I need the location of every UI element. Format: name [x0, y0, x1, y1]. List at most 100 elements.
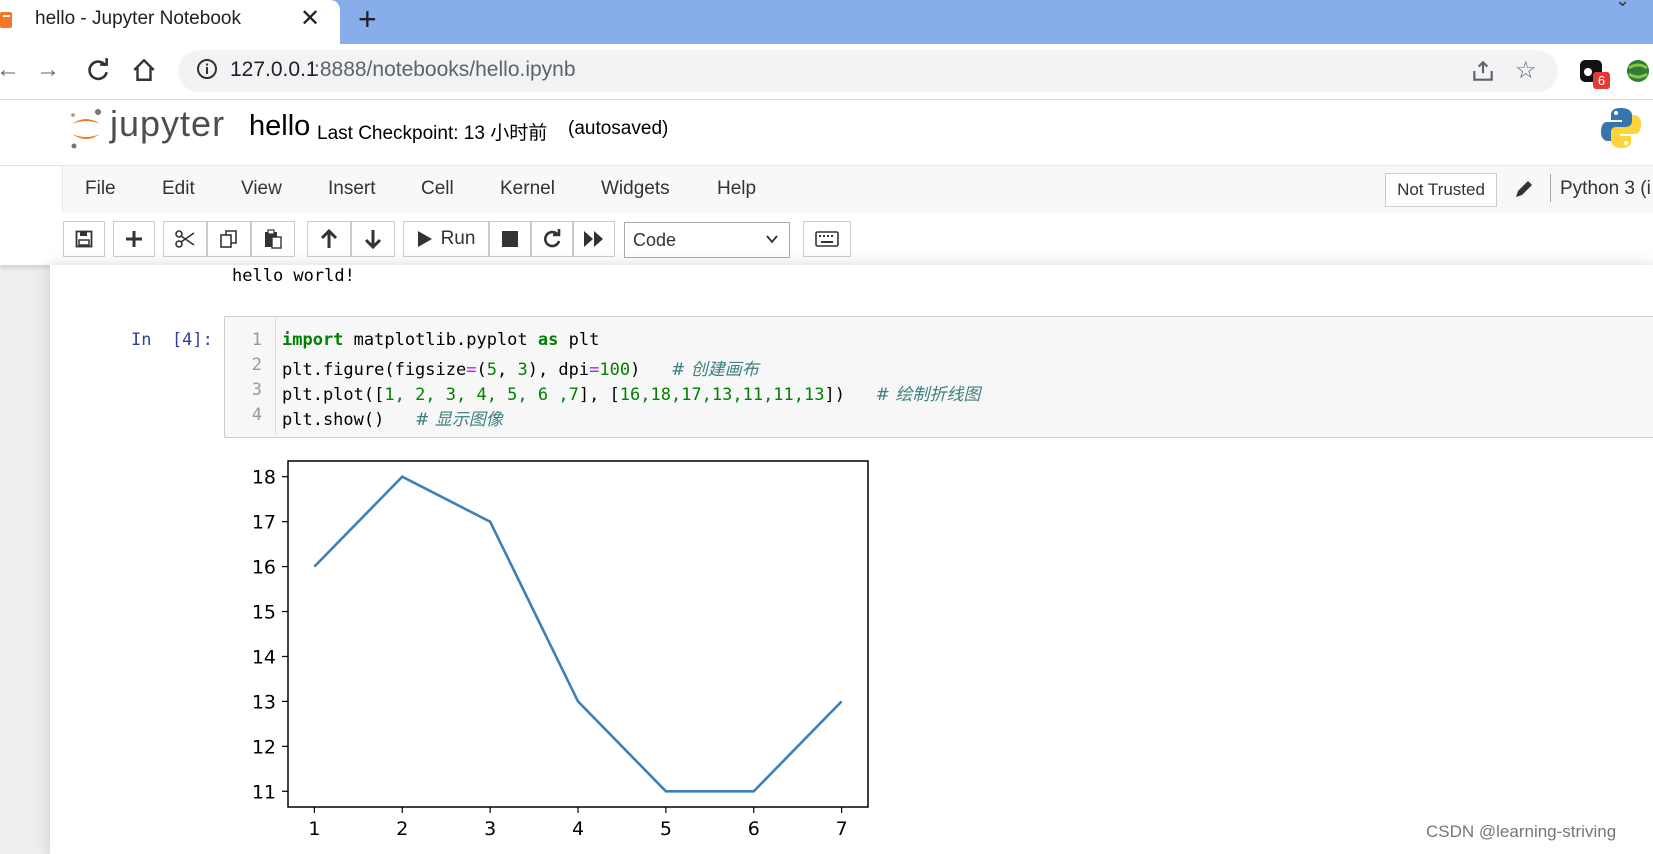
code-token: 3 — [517, 360, 528, 380]
y-tick-label: 14 — [252, 646, 276, 668]
paste-button[interactable] — [251, 221, 295, 257]
jupyter-logo-text[interactable]: jupyter — [110, 103, 225, 145]
restart-run-all-button[interactable] — [573, 221, 615, 257]
insert-cell-button[interactable] — [113, 221, 155, 257]
copy-button[interactable] — [207, 221, 251, 257]
extension-badge: 6 — [1593, 72, 1610, 89]
reload-icon[interactable] — [85, 57, 111, 83]
menu-widgets[interactable]: Widgets — [601, 178, 670, 200]
watermark: CSDN @learning-striving — [1426, 822, 1617, 841]
arrow-up-icon — [320, 229, 338, 248]
code-token: plt.plot([ — [282, 385, 385, 405]
y-tick-label: 12 — [252, 736, 276, 758]
chevron-down-icon — [766, 235, 778, 244]
code-line-4: plt.show() # 显示图像 — [282, 405, 503, 430]
code-token: = — [589, 360, 600, 380]
line-chart: 1 2 3 4 5 6 71112131415161718 — [252, 460, 869, 840]
tab-search-chevron-icon[interactable]: ⌄ — [1615, 0, 1630, 11]
code-token: ], [ — [578, 385, 620, 405]
python-logo-icon — [1601, 108, 1641, 148]
tab-close-icon[interactable]: ✕ — [300, 5, 320, 33]
save-button[interactable] — [63, 221, 105, 257]
globe-extension-icon[interactable] — [1625, 58, 1651, 84]
jupyter-logo-icon[interactable] — [68, 106, 104, 150]
y-tick-label: 18 — [252, 467, 276, 489]
jupyter-header — [0, 100, 1653, 165]
code-token: plt — [558, 330, 600, 350]
url-host: 127.0.0.1 — [230, 58, 318, 81]
code-token: as — [537, 330, 559, 350]
x-tick-label: 6 — [748, 818, 760, 840]
menu-file[interactable]: File — [85, 178, 116, 200]
input-prompt: In [4]: — [131, 330, 213, 350]
play-icon — [417, 231, 432, 247]
x-tick-label: 5 — [660, 818, 672, 840]
last-checkpoint: Last Checkpoint: 13 小时前 — [317, 123, 548, 144]
code-token: ]) — [824, 385, 876, 405]
bookmark-star-icon[interactable]: ☆ — [1515, 56, 1537, 85]
interrupt-button[interactable] — [489, 221, 531, 257]
new-tab-icon[interactable]: + — [358, 2, 377, 36]
keyboard-icon — [815, 231, 839, 247]
plus-icon — [126, 231, 142, 247]
code-token: plt.figure(figsize — [282, 360, 467, 380]
code-comment: # 创建画布 — [671, 360, 759, 380]
back-arrow-icon[interactable]: ← — [0, 52, 26, 88]
x-tick-label: 1 — [308, 818, 320, 840]
code-token: ), dpi — [527, 360, 590, 380]
menu-cell[interactable]: Cell — [421, 178, 454, 200]
previous-cell-output: hello world! — [232, 266, 355, 286]
not-trusted-button[interactable]: Not Trusted — [1385, 173, 1497, 207]
url-path: :8888/notebooks/hello.ipynb — [314, 58, 576, 81]
code-token: 100 — [599, 360, 631, 380]
x-tick-label: 4 — [572, 818, 584, 840]
forward-arrow-icon[interactable]: → — [30, 52, 66, 88]
menu-kernel[interactable]: Kernel — [500, 178, 555, 200]
code-token: 5 — [486, 360, 497, 380]
notebook-name[interactable]: hello — [249, 110, 310, 143]
code-token: , — [496, 360, 518, 380]
restart-icon — [544, 229, 561, 248]
kernel-indicator[interactable]: Python 3 (i — [1560, 178, 1651, 200]
command-palette-button[interactable] — [803, 221, 851, 257]
code-token: = — [466, 360, 477, 380]
code-comment: # 显示图像 — [415, 410, 503, 430]
share-icon[interactable] — [1470, 58, 1496, 84]
move-down-button[interactable] — [351, 221, 395, 257]
x-tick-label: 3 — [484, 818, 496, 840]
home-icon[interactable] — [131, 57, 157, 83]
line-number: 2 — [251, 355, 262, 375]
pencil-icon[interactable] — [1513, 178, 1535, 200]
code-line-1: import matplotlib.pyplot as plt — [282, 330, 599, 350]
menu-view[interactable]: View — [241, 178, 282, 200]
code-comment: # 绘制折线图 — [875, 385, 981, 405]
move-up-button[interactable] — [307, 221, 351, 257]
cut-button[interactable] — [163, 221, 207, 257]
y-tick-label: 13 — [252, 691, 276, 713]
restart-kernel-button[interactable] — [531, 221, 573, 257]
y-tick-label: 15 — [252, 602, 276, 624]
arrow-down-icon — [364, 230, 382, 249]
line-number: 1 — [251, 330, 262, 350]
code-token: ) — [630, 360, 672, 380]
menu-help[interactable]: Help — [717, 178, 756, 200]
save-icon — [75, 230, 93, 248]
menu-edit[interactable]: Edit — [162, 178, 195, 200]
code-line-3: plt.plot([1, 2, 3, 4, 5, 6 ,7], [16,18,1… — [282, 380, 980, 405]
menu-insert[interactable]: Insert — [328, 178, 376, 200]
line-number: 3 — [251, 380, 262, 400]
run-label: Run — [440, 228, 476, 249]
notebook-favicon-icon — [0, 12, 12, 28]
run-button[interactable]: Run — [403, 221, 489, 257]
stop-icon — [502, 231, 518, 247]
code-token: matplotlib.pyplot — [343, 330, 538, 350]
code-token: ( — [476, 360, 487, 380]
x-tick-label: 7 — [836, 818, 848, 840]
tab-title: hello - Jupyter Notebook — [35, 8, 241, 29]
autosave-status: (autosaved) — [568, 118, 669, 139]
code-token: import — [282, 330, 344, 350]
y-tick-label: 17 — [252, 512, 276, 534]
y-tick-label: 11 — [252, 781, 276, 803]
site-info-icon[interactable] — [196, 58, 218, 80]
copy-icon — [220, 230, 237, 248]
